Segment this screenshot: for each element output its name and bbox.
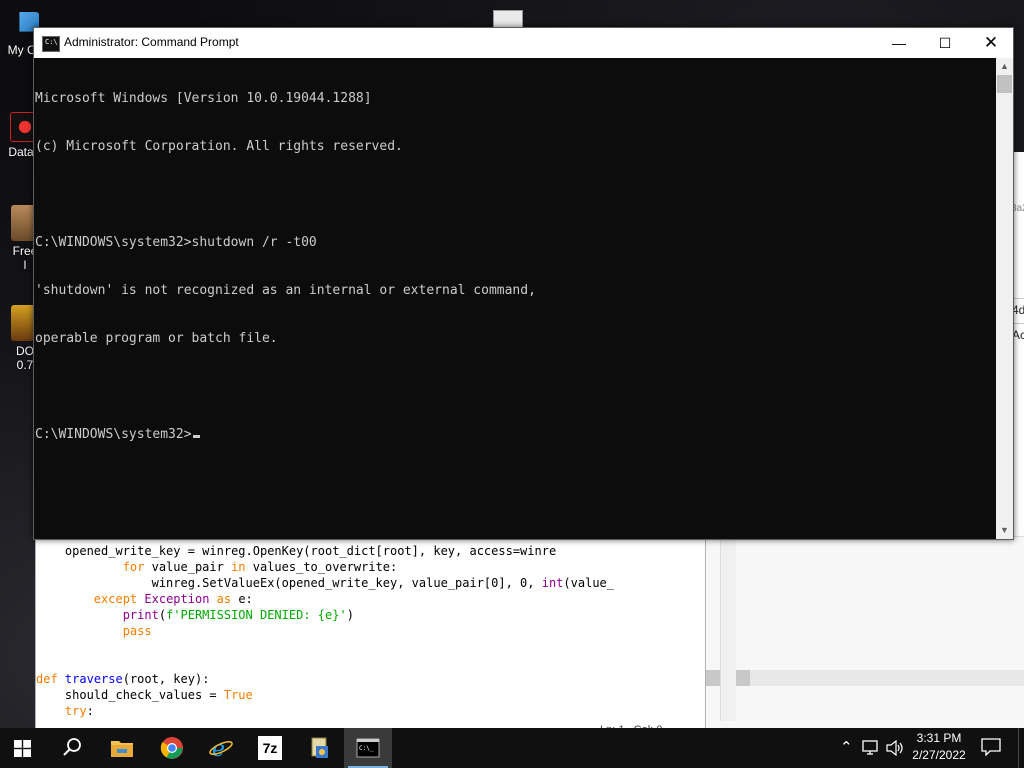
notifications-icon[interactable] <box>981 738 1001 756</box>
code-token: (root, key): <box>122 672 210 686</box>
minimize-button[interactable]: — <box>876 28 922 58</box>
code-token: opened_write_key = winreg.OpenKey(root_d… <box>36 544 557 558</box>
close-button[interactable]: ✕ <box>968 28 1014 58</box>
search-button[interactable] <box>48 728 96 768</box>
code-token: for <box>36 560 145 574</box>
clock-time[interactable]: 3:31 PM <box>912 731 966 745</box>
title-bar[interactable]: C:\ Administrator: Command Prompt — ☐ ✕ <box>34 28 1013 58</box>
code-token: def <box>36 672 58 686</box>
cmd-icon[interactable]: C:\ <box>42 36 60 52</box>
code-token: try <box>36 704 87 718</box>
command-prompt-window[interactable]: C:\ Administrator: Command Prompt — ☐ ✕ … <box>33 27 1014 540</box>
code-token: f'PERMISSION DENIED: {e}' <box>166 608 347 622</box>
console-line: 'shutdown' is not recognized as an inter… <box>35 283 536 298</box>
svg-text:e: e <box>212 737 225 760</box>
taskbar-file-explorer[interactable] <box>98 728 146 768</box>
show-hidden-icons-chevron[interactable]: ⌃ <box>840 738 853 756</box>
code-line: pass <box>36 623 152 639</box>
console-line: (c) Microsoft Corporation. All rights re… <box>35 139 403 154</box>
code-token: : <box>86 704 94 718</box>
code-token: value_pair <box>144 560 232 574</box>
console-prompt-line[interactable]: C:\WINDOWS\system32> <box>35 427 998 443</box>
code-token: e: <box>231 592 253 606</box>
show-desktop-button[interactable] <box>1018 728 1024 768</box>
clock-date[interactable]: 2/27/2022 <box>907 748 971 762</box>
code-token: int <box>541 576 564 590</box>
ie-icon: e <box>209 737 233 760</box>
scroll-down-button[interactable]: ▼ <box>996 522 1013 539</box>
scroll-thumb[interactable] <box>997 75 1012 93</box>
maximize-button[interactable]: ☐ <box>922 28 968 58</box>
code-token: pass <box>36 624 152 638</box>
svg-text:C:\_: C:\_ <box>359 745 374 752</box>
cmd-icon: C:\_ <box>356 738 380 758</box>
code-line: should_check_values = True <box>36 687 253 703</box>
taskbar-chrome[interactable] <box>148 728 196 768</box>
code-token: ( <box>158 608 167 622</box>
window-title: Administrator: Command Prompt <box>64 35 239 49</box>
code-token: (value_ <box>563 576 614 590</box>
code-line: except Exception as e: <box>36 591 253 607</box>
folder-icon <box>111 741 133 757</box>
console-line: Microsoft Windows [Version 10.0.19044.12… <box>35 91 372 106</box>
code-token: ) <box>346 608 354 622</box>
editor-vertical-scrollbar[interactable] <box>720 535 736 721</box>
cmd-icon-text: C:\ <box>45 38 58 46</box>
network-icon[interactable] <box>862 740 880 756</box>
code-line: for value_pair in values_to_overwrite: <box>36 559 398 575</box>
code-token: print <box>36 608 159 622</box>
code-line: def traverse(root, key): <box>36 671 209 687</box>
console-output[interactable]: Microsoft Windows [Version 10.0.19044.12… <box>34 58 998 540</box>
taskbar-file-manager[interactable] <box>295 728 343 768</box>
windows-logo-icon <box>14 740 31 757</box>
file-manager-icon <box>311 737 328 758</box>
code-token: True <box>223 688 253 702</box>
horizontal-scrollbar[interactable] <box>704 670 1024 686</box>
console-prompt: C:\WINDOWS\system32> <box>35 427 192 442</box>
code-line: print(f'PERMISSION DENIED: {e}') <box>36 607 354 623</box>
code-token: values_to_overwrite: <box>245 560 398 574</box>
code-line: opened_write_key = winreg.OpenKey(root_d… <box>36 543 556 559</box>
code-token: Exception <box>144 592 210 606</box>
code-token: in <box>231 560 246 574</box>
text-cursor <box>192 435 200 438</box>
chrome-icon <box>160 737 183 759</box>
start-button[interactable] <box>0 728 48 768</box>
search-icon <box>63 738 81 756</box>
taskbar-internet-explorer[interactable]: e <box>197 728 245 768</box>
volume-icon[interactable] <box>886 740 904 756</box>
code-line: try: <box>36 703 94 719</box>
7zip-icon: 7z <box>258 736 282 760</box>
code-token: as <box>216 592 232 606</box>
taskbar-7zip[interactable]: 7z <box>246 728 294 768</box>
console-line: operable program or batch file. <box>35 331 278 346</box>
code-token: except <box>36 592 138 606</box>
taskbar-command-prompt[interactable]: C:\_ <box>344 728 392 768</box>
scroll-up-button[interactable]: ▲ <box>996 58 1013 75</box>
vertical-scrollbar[interactable]: ▲ ▼ <box>996 58 1013 539</box>
code-token: winreg.SetValueEx(opened_write_key, valu… <box>36 576 542 590</box>
code-line: winreg.SetValueEx(opened_write_key, valu… <box>36 575 614 591</box>
code-token: should_check_values = <box>36 688 224 702</box>
code-token: traverse <box>64 672 123 686</box>
background-window-bottom-right[interactable] <box>704 536 1024 729</box>
code-editor-window[interactable]: opened_write_key = winreg.OpenKey(root_d… <box>35 520 736 730</box>
console-line: C:\WINDOWS\system32>shutdown /r -t00 <box>35 235 317 250</box>
taskbar: e 7z C:\_ ⌃ <box>0 728 1024 768</box>
